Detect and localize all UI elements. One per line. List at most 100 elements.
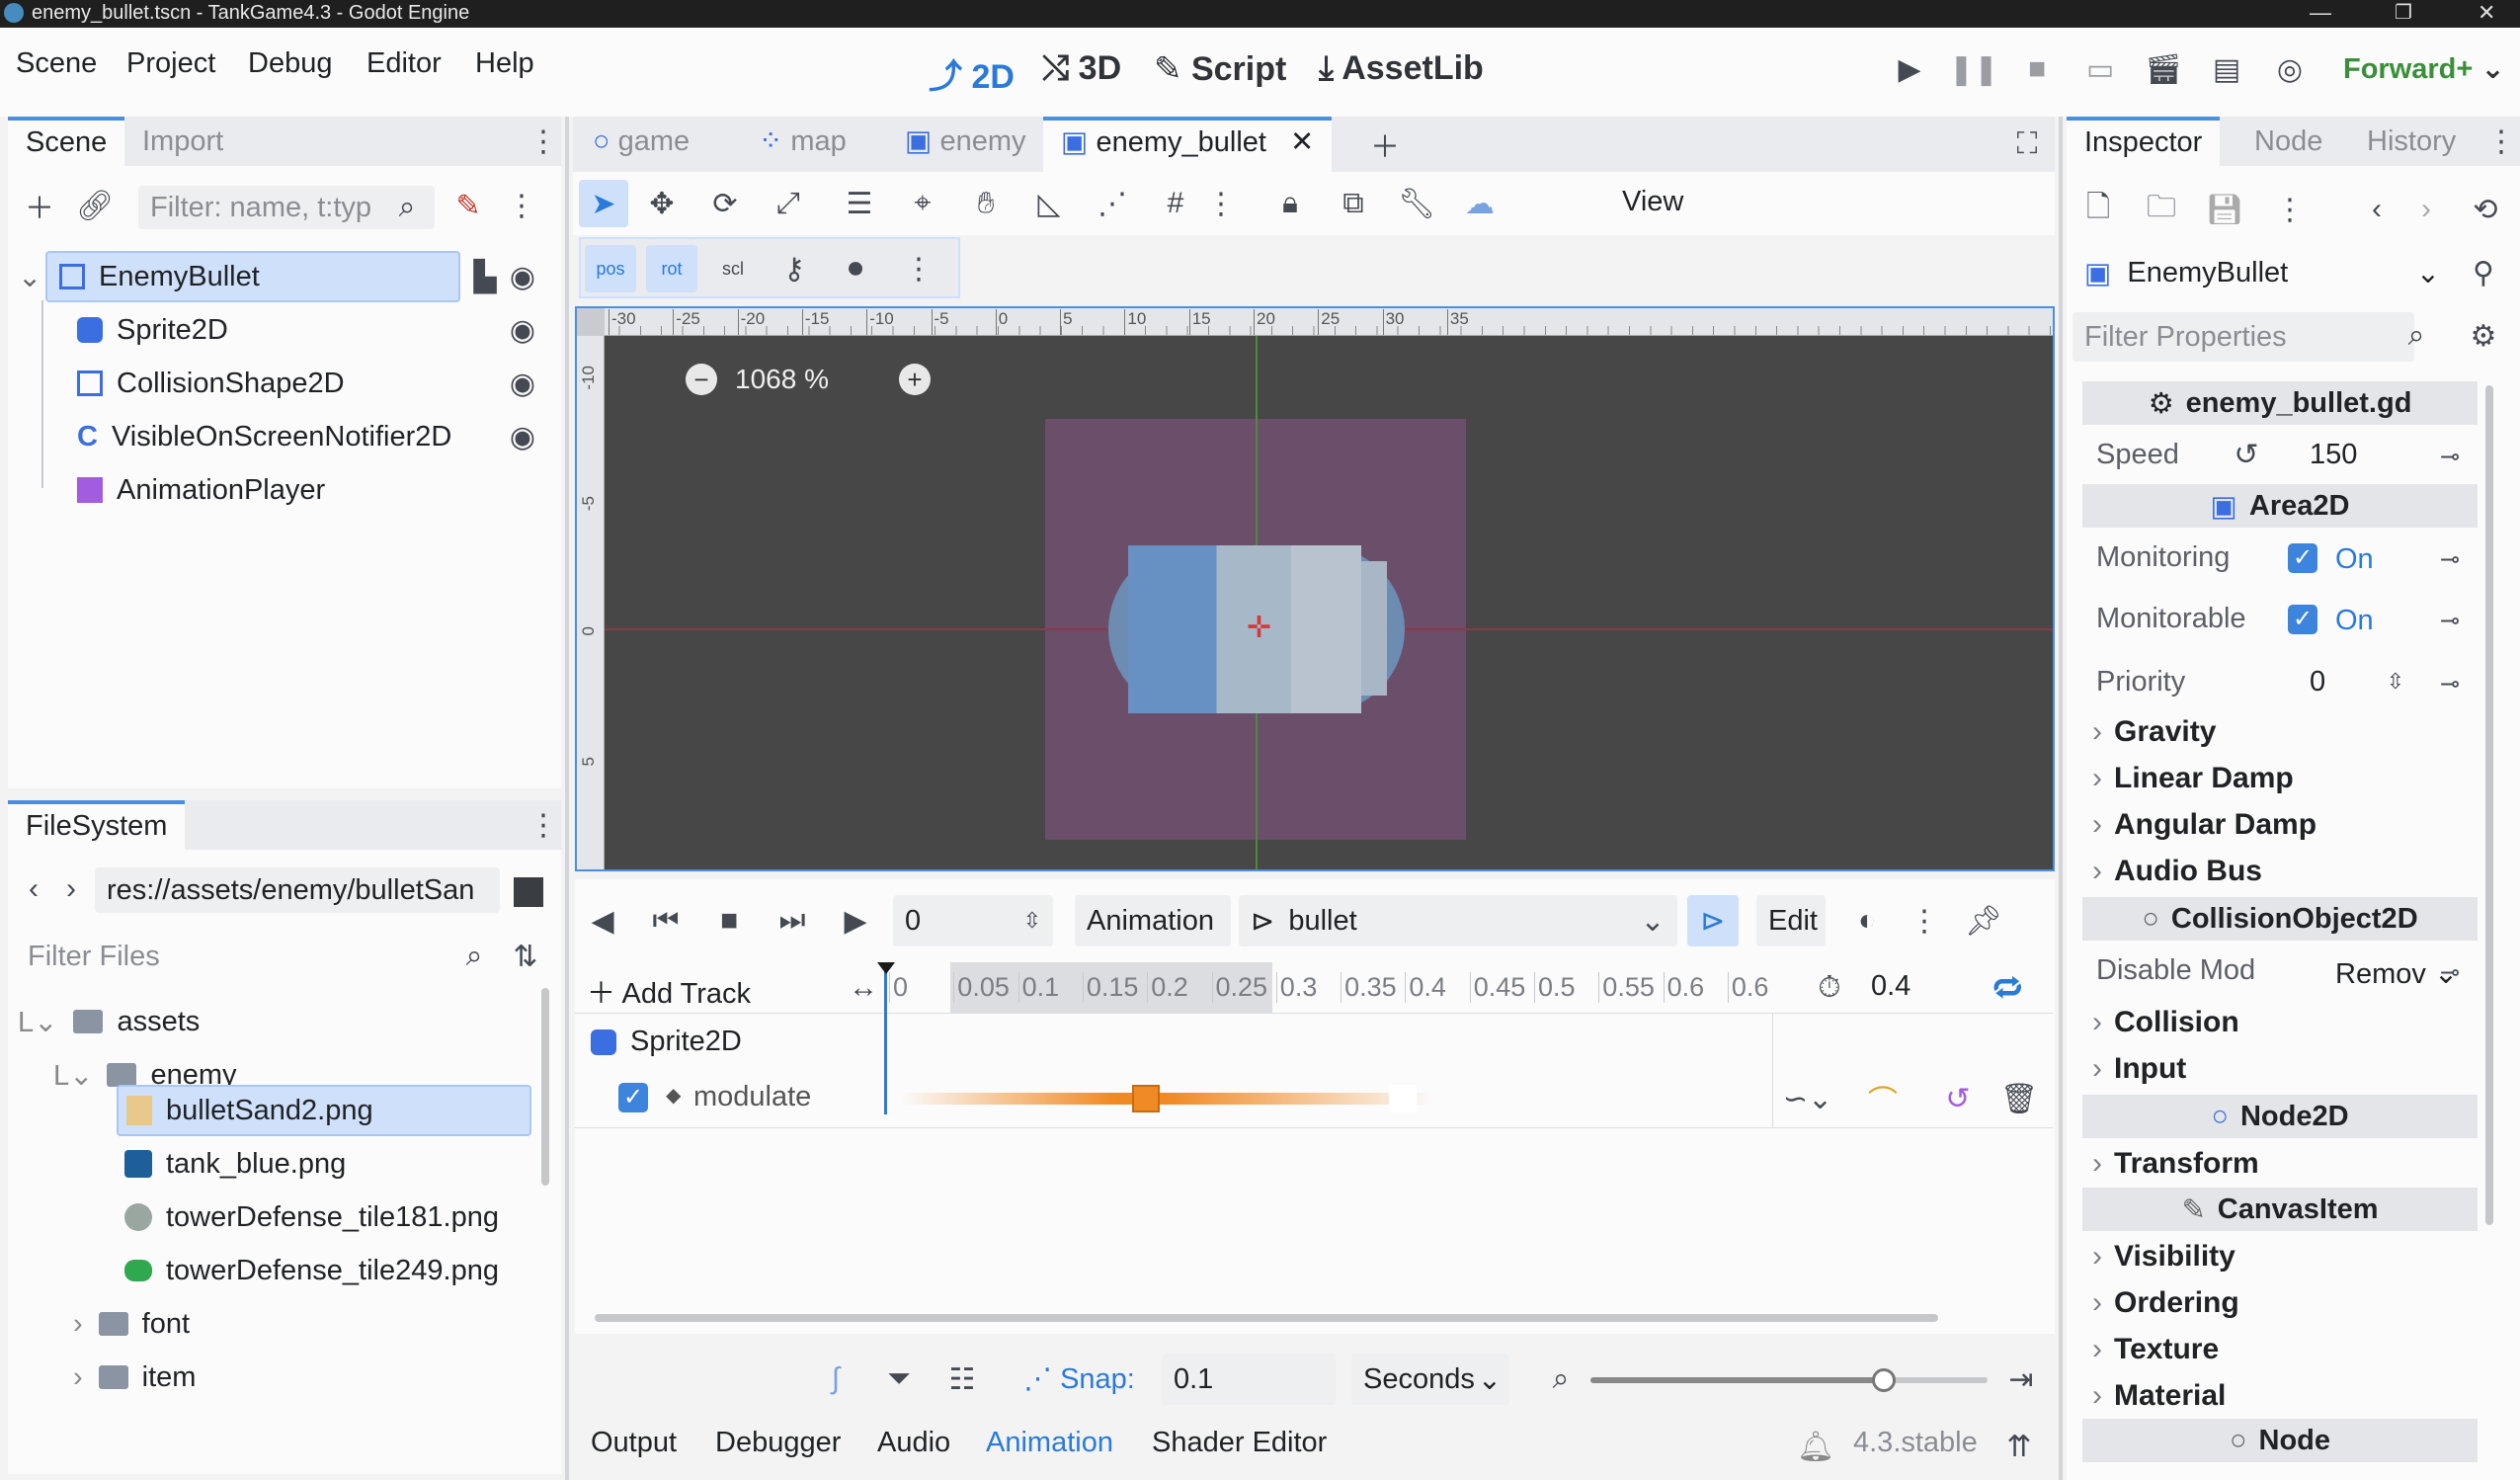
bottom-tab-shader-editor[interactable]: Shader Editor — [1152, 1427, 1327, 1459]
workspace-2d-button[interactable]: ⤴ 2D — [929, 49, 1015, 98]
menu-help[interactable]: Help — [475, 47, 534, 80]
attach-script-icon[interactable]: ✎ — [450, 186, 486, 225]
expand-panel-icon[interactable]: ⇈ — [2001, 1427, 2037, 1466]
scene-menu-icon[interactable]: ⋮ — [507, 186, 536, 225]
key-position-icon[interactable]: pos — [585, 245, 636, 292]
zoom-level[interactable]: 1068 % — [735, 364, 829, 395]
restore-button[interactable]: ❐ — [2395, 0, 2412, 25]
ruler-icon[interactable]: ◺ — [1029, 180, 1069, 227]
reset-icon[interactable]: ↺ — [2229, 435, 2264, 474]
left-dock-divider[interactable] — [565, 117, 569, 1480]
property-options-icon[interactable]: ⚙ — [2466, 314, 2501, 358]
inspected-object-select[interactable]: ▣ EnemyBullet ⌄ — [2073, 247, 2452, 298]
speed-value[interactable]: 150 — [2310, 439, 2357, 471]
scene-tab-map[interactable]: ⁘ map — [741, 117, 864, 166]
fs-file-tank-blue[interactable]: tank_blue.png — [124, 1138, 346, 1190]
interpolation-icon[interactable]: ∽⌄ — [1783, 1079, 1832, 1118]
visibility-eye-icon[interactable]: ◉ — [508, 364, 537, 403]
bones-icon[interactable]: 🔧︎ — [1397, 180, 1436, 227]
group-visibility[interactable]: Visibility — [2092, 1240, 2235, 1274]
bottom-tab-audio[interactable]: Audio — [877, 1427, 950, 1459]
group-collision[interactable]: Collision — [2092, 1006, 2239, 1039]
zoom-out-icon[interactable]: − — [686, 364, 717, 395]
scale-mode-icon[interactable]: ⤢ — [769, 180, 808, 227]
history-back-icon[interactable]: ‹ — [2365, 190, 2389, 229]
pin-icon[interactable]: ⊸ — [2440, 545, 2460, 574]
back-icon[interactable]: ‹ — [22, 869, 45, 909]
distraction-free-icon[interactable]: ⛶ — [2007, 124, 2047, 164]
visibility-eye-icon[interactable]: ◉ — [508, 310, 537, 350]
smart-snap-icon[interactable]: ⋰ — [1093, 180, 1132, 227]
pan-icon[interactable]: ✋︎ — [966, 180, 1006, 227]
close-icon[interactable]: ✕ — [1290, 126, 1314, 158]
snap-value-input[interactable]: 0.1 — [1162, 1354, 1336, 1405]
tree-row-animationplayer[interactable]: AnimationPlayer — [77, 464, 325, 516]
timeline-zoom-slider[interactable] — [1590, 1368, 1988, 1392]
group-input[interactable]: Input — [2092, 1052, 2186, 1086]
workspace-script-button[interactable]: ✎ Script — [1154, 49, 1286, 89]
pin-icon[interactable]: 📌︎ — [1964, 899, 2003, 943]
fit-width-icon[interactable]: ↔ — [846, 968, 881, 1008]
lock-icon[interactable]: 🔒︎ — [1270, 180, 1310, 227]
tree-row-root[interactable]: ⌄ EnemyBullet — [18, 251, 460, 302]
renderer-select[interactable]: Forward+ ⌄ — [2343, 51, 2505, 86]
insert-key-icon[interactable]: ⚷ — [769, 245, 820, 292]
menu-editor[interactable]: Editor — [366, 47, 442, 80]
animation-select[interactable]: ⊳ bullet — [1239, 895, 1677, 946]
tab-history[interactable]: History — [2349, 117, 2474, 166]
node2d-section-header[interactable]: ○ Node2D — [2082, 1095, 2478, 1138]
track-enabled-checkbox[interactable]: ✓ — [618, 1083, 648, 1112]
node-section-header[interactable]: ○ Node — [2082, 1419, 2478, 1462]
zoom-in-icon[interactable]: + — [899, 364, 931, 395]
minimize-button[interactable]: — — [2310, 0, 2331, 26]
group-ordering[interactable]: Ordering — [2092, 1286, 2239, 1320]
menu-debug[interactable]: Debug — [248, 47, 332, 80]
rotate-mode-icon[interactable]: ⟳ — [705, 180, 745, 227]
autoplay-icon[interactable]: ⊳ — [1687, 895, 1739, 946]
object-history-icon[interactable]: ⟲ — [2468, 190, 2503, 229]
tree-row-collisionshape2d[interactable]: CollisionShape2D — [77, 358, 345, 409]
priority-value[interactable]: 0 — [2310, 666, 2325, 699]
select-mode-icon[interactable]: ➤ — [579, 180, 628, 227]
fs-file-selected[interactable]: bulletSand2.png — [117, 1085, 531, 1136]
fit-timeline-icon[interactable]: ⇥ — [2001, 1357, 2041, 1401]
tab-filesystem[interactable]: FileSystem — [8, 800, 186, 850]
notification-bell-icon[interactable]: 🔔︎ — [1797, 1427, 1834, 1466]
script-attached-icon[interactable]: ▙ — [470, 257, 500, 296]
group-material[interactable]: Material — [2092, 1379, 2226, 1413]
stepper-icon[interactable]: ⇳ — [1017, 899, 1047, 943]
split-view-icon[interactable] — [514, 877, 543, 907]
path-input[interactable]: res://assets/enemy/bulletSan — [95, 867, 500, 913]
menu-project[interactable]: Project — [126, 47, 215, 80]
bezier-icon[interactable]: ∫ — [816, 1357, 855, 1401]
group-texture[interactable]: Texture — [2092, 1333, 2219, 1366]
dock-menu-icon[interactable]: ⋮ — [528, 808, 558, 842]
link-icon[interactable]: 🔗︎ — [76, 186, 114, 225]
snap-unit-select[interactable]: Seconds ⌄ — [1351, 1354, 1509, 1405]
save-resource-icon[interactable]: 💾︎ — [2206, 190, 2243, 229]
timeline-scrollbar[interactable] — [595, 1314, 1938, 1322]
add-node-icon[interactable]: ＋ — [22, 186, 57, 225]
sort-icon[interactable]: ⇅ — [508, 937, 543, 976]
play-icon[interactable]: ▶ — [1892, 49, 1927, 89]
group-transform[interactable]: Transform — [2092, 1147, 2259, 1181]
scene-tab-game[interactable]: ○ game — [575, 117, 707, 166]
scene-tab-enemy[interactable]: ▣ enemy — [887, 117, 1044, 166]
monitorable-checkbox[interactable]: ✓ — [2288, 605, 2317, 634]
add-tab-icon[interactable]: ＋ — [1365, 124, 1405, 164]
fs-file-tile181[interactable]: towerDefense_tile181.png — [124, 1192, 499, 1243]
pin-icon[interactable]: ⊸ — [2440, 443, 2460, 471]
play-anim-icon[interactable]: ▶ — [838, 899, 873, 943]
fs-file-tile249[interactable]: towerDefense_tile249.png — [124, 1245, 499, 1296]
dock-menu-icon[interactable]: ⋮ — [528, 124, 558, 158]
tree-row-sprite2d[interactable]: Sprite2D — [77, 304, 228, 356]
stepper-icon[interactable]: ⇳ — [2381, 662, 2410, 701]
pause-icon[interactable]: ❚❚ — [1949, 49, 1998, 89]
keyframe[interactable] — [1132, 1085, 1160, 1112]
close-window-button[interactable]: ✕ — [2478, 0, 2495, 26]
play-backwards-icon[interactable]: ◀ — [585, 899, 620, 943]
group-audio-bus[interactable]: Audio Bus — [2092, 855, 2262, 888]
stop-icon[interactable]: ■ — [2019, 49, 2055, 89]
play-backwards-start-icon[interactable]: ⏮ — [648, 899, 684, 943]
grid-snap-icon[interactable]: # — [1156, 180, 1195, 227]
